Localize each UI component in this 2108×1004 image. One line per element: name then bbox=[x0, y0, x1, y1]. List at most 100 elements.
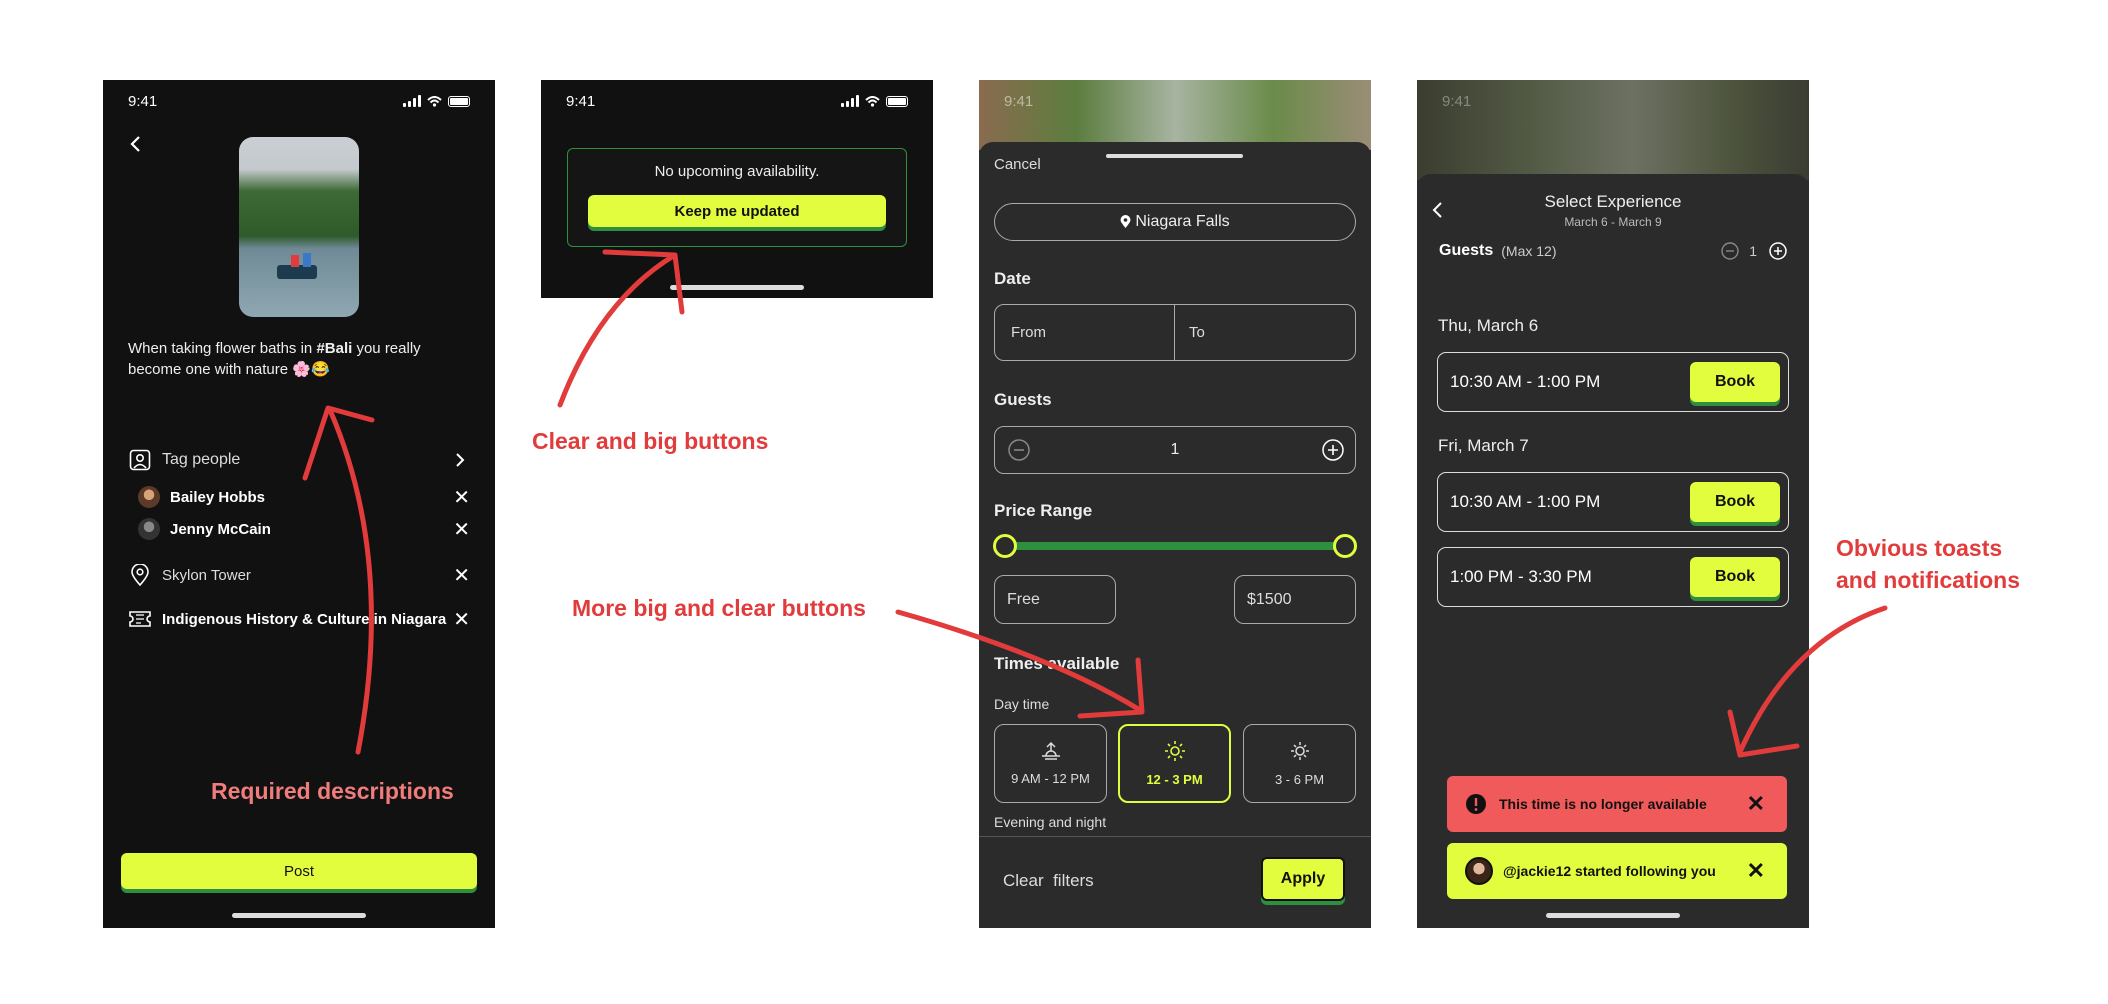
filter-sheet: Cancel Niagara Falls Date From To Guests… bbox=[979, 142, 1371, 928]
plus-icon[interactable] bbox=[1322, 439, 1344, 461]
remove-location-icon[interactable]: ✕ bbox=[453, 563, 470, 588]
time-slot-label: 1:00 PM - 3:30 PM bbox=[1450, 567, 1592, 586]
post-button[interactable]: Post bbox=[121, 853, 477, 889]
signal-icon bbox=[403, 95, 421, 107]
sheet-grabber[interactable] bbox=[1106, 154, 1243, 158]
minus-icon[interactable] bbox=[1721, 242, 1739, 260]
annotation-required-descriptions: Required descriptions bbox=[211, 778, 454, 804]
minus-icon[interactable] bbox=[1008, 439, 1030, 461]
avatar bbox=[138, 486, 160, 508]
location-pin-icon bbox=[128, 563, 152, 587]
signal-icon bbox=[841, 95, 859, 107]
time-slot-label: 10:30 AM - 1:00 PM bbox=[1450, 372, 1601, 391]
times-available-label: Times available bbox=[994, 654, 1120, 673]
experience-sheet: Select Experience March 6 - March 9 Gues… bbox=[1417, 174, 1809, 928]
price-max-input[interactable]: $1500 bbox=[1234, 575, 1356, 624]
error-toast-text: This time is no longer available bbox=[1499, 796, 1707, 812]
time-slot-row: 10:30 AM - 1:00 PM Book bbox=[1437, 472, 1789, 532]
book-button[interactable]: Book bbox=[1690, 482, 1780, 522]
chevron-right-icon bbox=[456, 453, 465, 467]
guests-row: Guests (Max 12) 1 bbox=[1439, 239, 1787, 263]
availability-screen: 9:41 No upcoming availability. Keep me u… bbox=[541, 80, 933, 298]
status-time: 9:41 bbox=[566, 92, 596, 110]
day-heading: Thu, March 6 bbox=[1438, 316, 1539, 335]
location-row[interactable]: Skylon Tower ✕ bbox=[128, 563, 470, 587]
from-date-input[interactable]: From bbox=[995, 305, 1175, 360]
error-toast: This time is no longer available ✕ bbox=[1447, 776, 1787, 832]
availability-card: No upcoming availability. Keep me update… bbox=[567, 148, 907, 247]
time-option-midday[interactable]: 12 - 3 PM bbox=[1118, 724, 1231, 803]
sun-icon bbox=[1164, 741, 1185, 761]
tagged-person-name: Jenny McCain bbox=[170, 520, 271, 538]
date-range-field: From To bbox=[994, 304, 1356, 361]
home-indicator bbox=[670, 285, 804, 290]
avatar bbox=[1465, 857, 1493, 885]
location-field[interactable]: Niagara Falls bbox=[994, 203, 1356, 241]
price-slider-max-handle[interactable] bbox=[1333, 534, 1357, 558]
guests-count: 1 bbox=[1749, 243, 1757, 259]
no-availability-text: No upcoming availability. bbox=[654, 163, 820, 180]
status-bar: 9:41 bbox=[128, 90, 470, 112]
price-min-input[interactable]: Free bbox=[994, 575, 1116, 624]
remove-experience-icon[interactable]: ✕ bbox=[453, 607, 470, 632]
apply-button[interactable]: Apply bbox=[1261, 857, 1345, 901]
book-button[interactable]: Book bbox=[1690, 557, 1780, 597]
battery-icon bbox=[448, 95, 470, 107]
alert-icon bbox=[1466, 794, 1486, 814]
close-icon[interactable]: ✕ bbox=[1747, 858, 1765, 884]
guests-stepper: 1 bbox=[994, 426, 1356, 474]
tagged-person-row: Bailey Hobbs ✕ bbox=[138, 485, 470, 510]
guests-label: Guests bbox=[994, 390, 1052, 409]
book-button[interactable]: Book bbox=[1690, 362, 1780, 402]
keep-me-updated-button[interactable]: Keep me updated bbox=[588, 195, 886, 227]
tag-people-row[interactable]: Tag people bbox=[128, 448, 470, 472]
price-slider-min-handle[interactable] bbox=[993, 534, 1017, 558]
wifi-icon bbox=[427, 95, 442, 107]
remove-person-icon[interactable]: ✕ bbox=[453, 485, 470, 510]
sunrise-icon bbox=[1041, 741, 1060, 760]
annotation-toasts-line1: Obvious toasts bbox=[1836, 535, 2003, 561]
time-option-morning[interactable]: 9 AM - 12 PM bbox=[994, 724, 1107, 803]
follow-toast: @jackie12 started following you ✕ bbox=[1447, 843, 1787, 899]
day-time-label: Day time bbox=[994, 696, 1050, 712]
status-bar: 9:41 bbox=[1004, 90, 1346, 112]
price-slider-track bbox=[1005, 542, 1345, 550]
remove-person-icon[interactable]: ✕ bbox=[453, 517, 470, 542]
time-slot-row: 1:00 PM - 3:30 PM Book bbox=[1437, 547, 1789, 607]
experience-label: Indigenous History & Culture in Niagara bbox=[162, 610, 447, 628]
experience-row[interactable]: Indigenous History & Culture in Niagara … bbox=[128, 607, 470, 631]
guests-label: Guests bbox=[1439, 242, 1494, 259]
tag-people-label: Tag people bbox=[162, 451, 241, 468]
hashtag[interactable]: #Bali bbox=[316, 340, 352, 357]
tagged-person-row: Jenny McCain ✕ bbox=[138, 517, 470, 542]
status-time: 9:41 bbox=[1442, 92, 1472, 110]
day-heading: Fri, March 7 bbox=[1438, 436, 1529, 455]
filter-footer: Clear filters Apply bbox=[979, 836, 1371, 928]
page-title: Select Experience bbox=[1544, 192, 1682, 211]
guests-max-label: (Max 12) bbox=[1501, 243, 1557, 259]
tagged-person-name: Bailey Hobbs bbox=[170, 488, 266, 506]
clear-filters-button[interactable]: Clear filters bbox=[1003, 871, 1094, 891]
evening-label: Evening and night bbox=[994, 814, 1107, 830]
plus-icon[interactable] bbox=[1769, 242, 1787, 260]
price-range-label: Price Range bbox=[994, 501, 1093, 520]
back-icon[interactable] bbox=[128, 135, 142, 153]
status-time: 9:41 bbox=[128, 92, 158, 110]
person-tag-icon bbox=[128, 448, 152, 472]
follow-toast-text: @jackie12 started following you bbox=[1503, 863, 1716, 879]
time-option-afternoon[interactable]: 3 - 6 PM bbox=[1243, 724, 1356, 803]
battery-icon bbox=[886, 95, 908, 107]
date-range-subtitle: March 6 - March 9 bbox=[1564, 215, 1662, 229]
annotation-toasts-line2: and notifications bbox=[1836, 567, 2020, 593]
home-indicator bbox=[232, 913, 366, 918]
home-indicator bbox=[1546, 913, 1680, 918]
wifi-icon bbox=[865, 95, 880, 107]
close-icon[interactable]: ✕ bbox=[1747, 791, 1765, 817]
location-label: Skylon Tower bbox=[162, 566, 251, 584]
time-slot-label: 10:30 AM - 1:00 PM bbox=[1450, 492, 1601, 511]
avatar bbox=[138, 518, 160, 540]
time-slot-row: 10:30 AM - 1:00 PM Book bbox=[1437, 352, 1789, 412]
cancel-button[interactable]: Cancel bbox=[994, 156, 1041, 173]
to-date-input[interactable]: To bbox=[1175, 305, 1355, 360]
annotation-clear-big-buttons: Clear and big buttons bbox=[532, 428, 769, 454]
